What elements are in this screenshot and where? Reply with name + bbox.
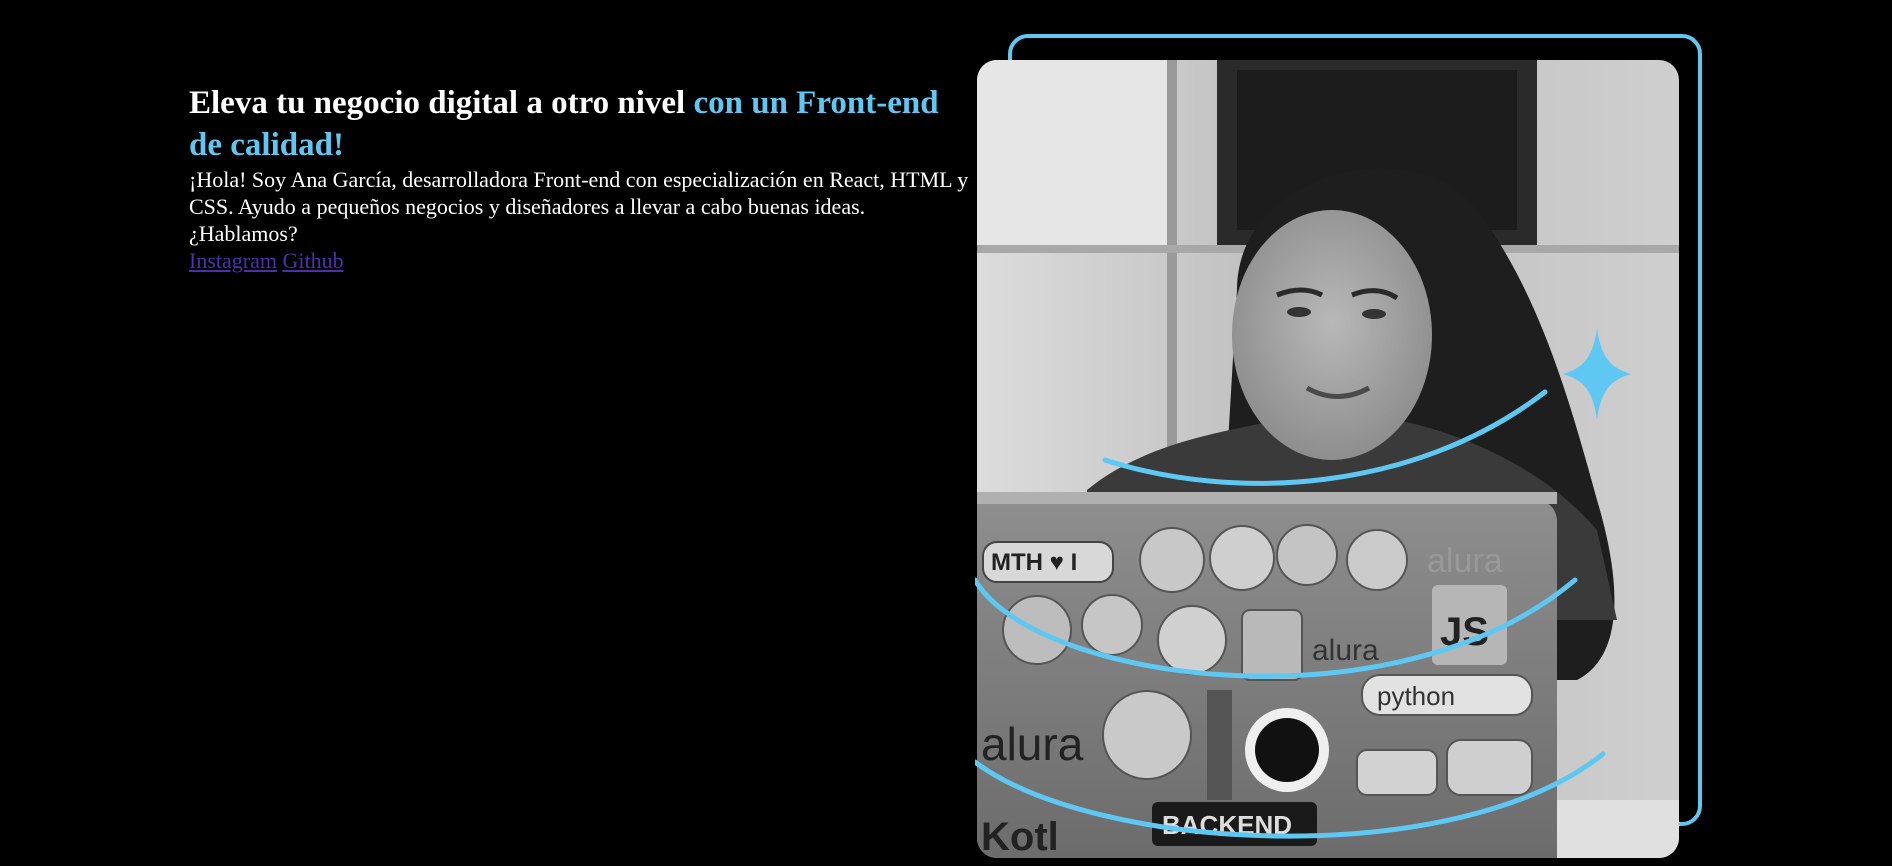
hero-bio: ¡Hola! Soy Ana García, desarrolladora Fr… — [189, 167, 969, 246]
hero-headline: Eleva tu negocio digital a otro nivel co… — [189, 82, 969, 166]
intro-section: Eleva tu negocio digital a otro nivel co… — [189, 82, 969, 274]
swirl-bottom — [975, 751, 1606, 839]
accent-swirls — [975, 328, 1631, 839]
instagram-link[interactable]: Instagram — [189, 248, 277, 273]
headline-main: Eleva tu negocio digital a otro nivel — [189, 85, 694, 121]
swirl-middle — [975, 577, 1578, 679]
hero-image-area: MTH ♥ I alura JS alura python alura BACK… — [975, 32, 1705, 862]
social-links: Instagram Github — [189, 247, 969, 274]
github-link[interactable]: Github — [282, 248, 343, 273]
swirl-top — [1102, 389, 1548, 486]
star-sparkle-icon — [1563, 328, 1631, 420]
